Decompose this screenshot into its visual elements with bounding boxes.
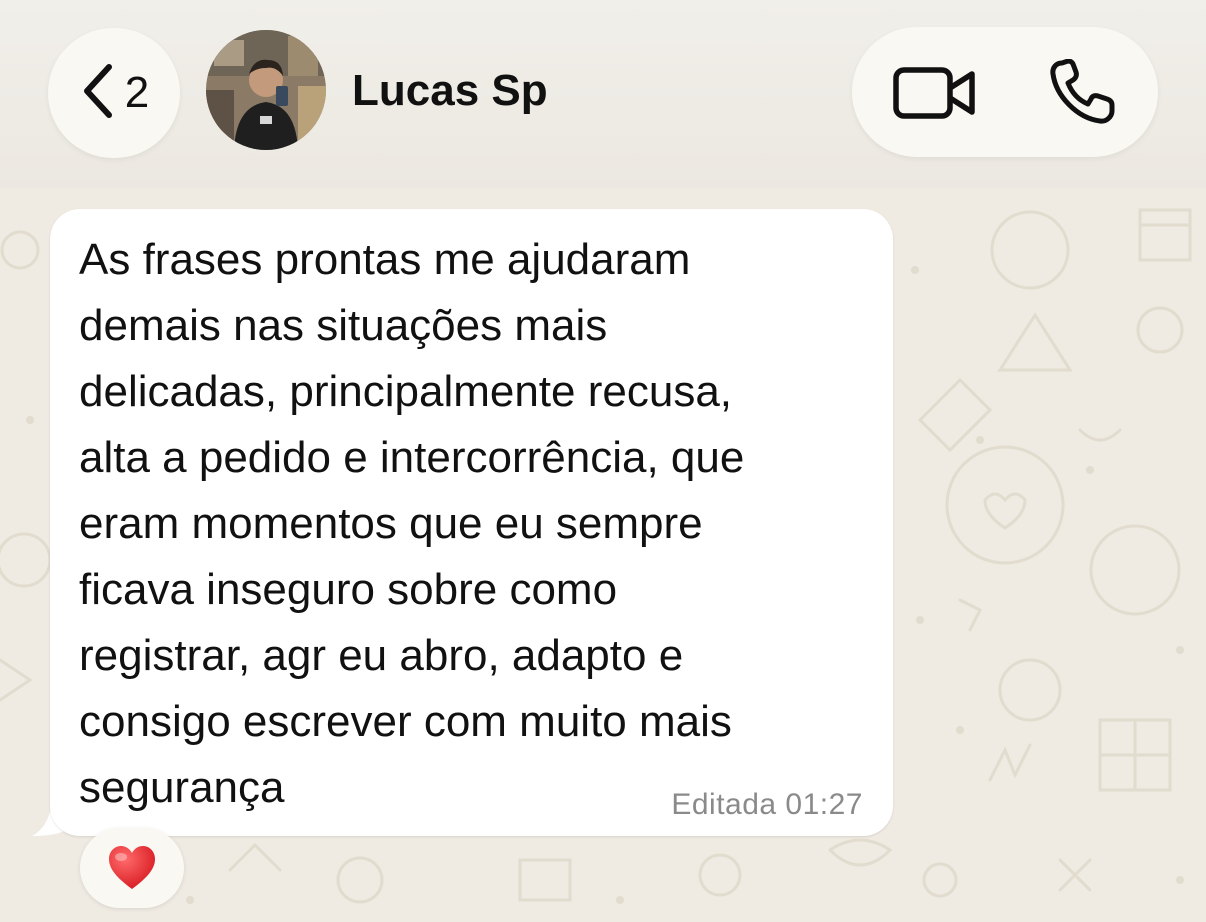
reaction-badge[interactable] [80,828,184,908]
contact-name[interactable]: Lucas Sp [352,66,548,116]
phone-icon [1050,58,1115,124]
message-meta: Editada 01:27 [671,788,863,822]
back-button[interactable]: 2 [48,28,180,158]
voice-call-button[interactable] [1048,58,1118,125]
avatar[interactable] [206,30,326,150]
video-call-button[interactable] [892,62,978,124]
heart-emoji [109,846,155,889]
call-actions [852,27,1158,157]
edited-label: Editada [671,788,777,821]
video-camera-icon [893,67,975,119]
chat-header: 2 Lucas Sp [0,0,1206,188]
message-bubble[interactable]: As frases prontas me ajudaram demais nas… [50,209,893,836]
message-time: 01:27 [785,788,863,821]
message-text: As frases prontas me ajudaram demais nas… [79,235,745,812]
chevron-left-icon [79,61,119,126]
unread-count: 2 [124,68,150,117]
